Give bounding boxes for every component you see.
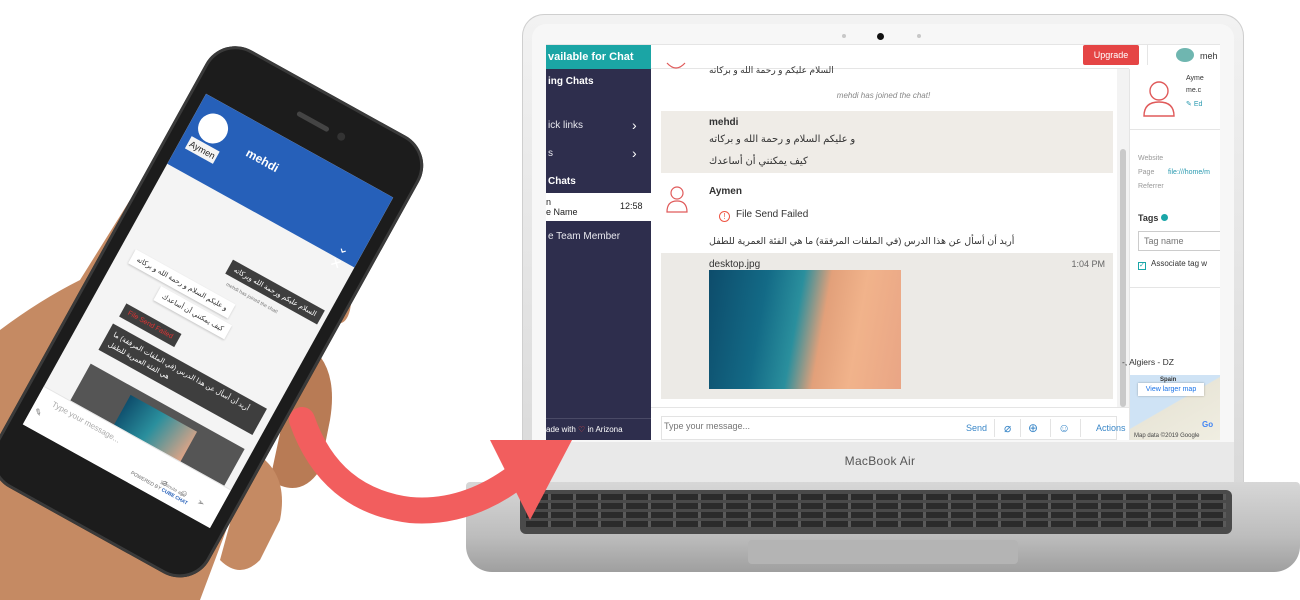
transfer-arrow bbox=[289, 407, 572, 524]
arrow-shaft bbox=[289, 407, 538, 524]
